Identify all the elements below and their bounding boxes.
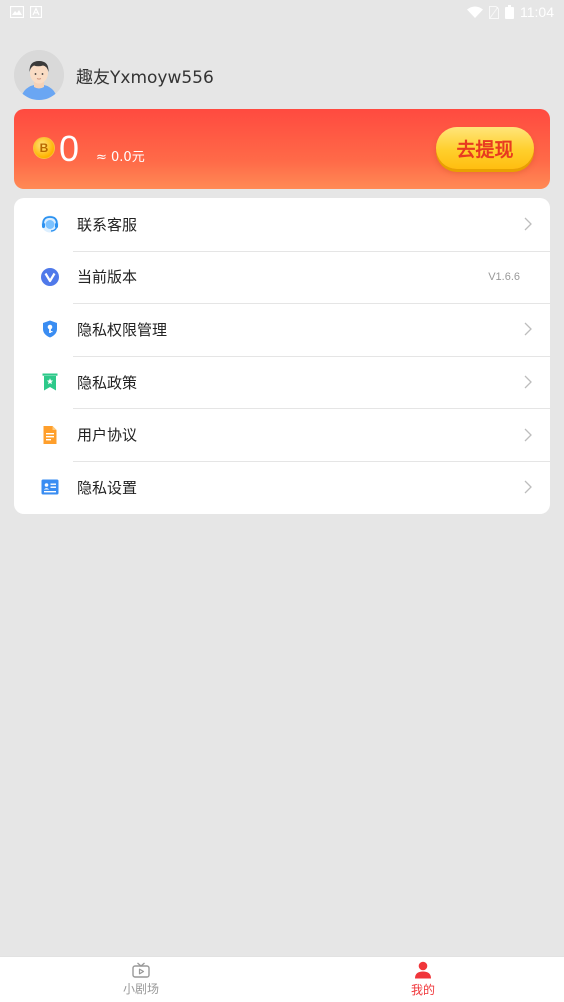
menu-item-privacy-policy[interactable]: 隐私政策 bbox=[14, 355, 550, 409]
coin-icon: B bbox=[33, 137, 55, 159]
menu-item-label: 隐私政策 bbox=[77, 373, 138, 392]
version-icon bbox=[40, 267, 60, 287]
profile-header[interactable]: 趣友Yxmoyw556 bbox=[14, 50, 214, 100]
menu-item-privacy-settings[interactable]: 隐私设置 bbox=[14, 460, 550, 514]
profile-icon bbox=[415, 961, 431, 979]
battery-icon bbox=[505, 5, 514, 19]
chevron-right-icon bbox=[524, 217, 532, 231]
menu-item-privacy-permissions[interactable]: 隐私权限管理 bbox=[14, 303, 550, 356]
chevron-right-icon bbox=[524, 375, 532, 389]
settings-menu: 联系客服 当前版本 V1.6.6 隐私权限管理 隐私政策 用户协议 隐私设置 bbox=[14, 198, 550, 514]
menu-item-customer-service[interactable]: 联系客服 bbox=[14, 198, 550, 251]
version-value: V1.6.6 bbox=[488, 270, 520, 283]
wifi-icon bbox=[467, 6, 483, 18]
menu-item-label: 联系客服 bbox=[77, 215, 138, 234]
tv-icon bbox=[132, 962, 150, 978]
status-time: 11:04 bbox=[520, 4, 554, 20]
menu-item-label: 当前版本 bbox=[77, 268, 138, 287]
image-notification-icon bbox=[10, 6, 24, 18]
chevron-right-icon bbox=[524, 480, 532, 494]
coin-balance: 0 bbox=[59, 128, 80, 169]
tab-mini-theater[interactable]: 小剧场 bbox=[0, 957, 282, 1002]
tab-label: 我的 bbox=[410, 983, 435, 997]
status-right: 11:04 bbox=[467, 4, 554, 20]
privacy-shield-icon bbox=[40, 319, 60, 339]
privacy-settings-icon bbox=[40, 477, 60, 497]
menu-item-user-agreement[interactable]: 用户协议 bbox=[14, 408, 550, 461]
balance-cny: ≈ 0.0元 bbox=[96, 150, 145, 165]
tab-mine[interactable]: 我的 bbox=[282, 957, 564, 1002]
chevron-right-icon bbox=[524, 428, 532, 442]
username: 趣友Yxmoyw556 bbox=[76, 67, 214, 88]
policy-bookmark-icon bbox=[40, 372, 60, 392]
menu-item-label: 隐私设置 bbox=[77, 478, 138, 497]
tab-label: 小剧场 bbox=[122, 982, 159, 996]
no-sim-icon bbox=[489, 5, 499, 19]
withdraw-button[interactable]: 去提现 bbox=[436, 127, 534, 169]
wallet-card: B 0 ≈ 0.0元 去提现 bbox=[14, 109, 550, 189]
status-bar: 11:04 bbox=[0, 0, 564, 24]
menu-item-version[interactable]: 当前版本 V1.6.6 bbox=[14, 250, 550, 304]
customer-service-icon bbox=[40, 214, 60, 234]
a-notification-icon bbox=[30, 6, 42, 18]
menu-item-label: 用户协议 bbox=[77, 426, 138, 445]
user-avatar-icon[interactable] bbox=[14, 50, 64, 100]
menu-item-label: 隐私权限管理 bbox=[77, 320, 168, 339]
chevron-right-icon bbox=[524, 323, 532, 336]
status-left bbox=[10, 6, 42, 18]
bottom-tab-bar: 小剧场 我的 bbox=[0, 956, 564, 1002]
user-agreement-icon bbox=[40, 425, 60, 445]
